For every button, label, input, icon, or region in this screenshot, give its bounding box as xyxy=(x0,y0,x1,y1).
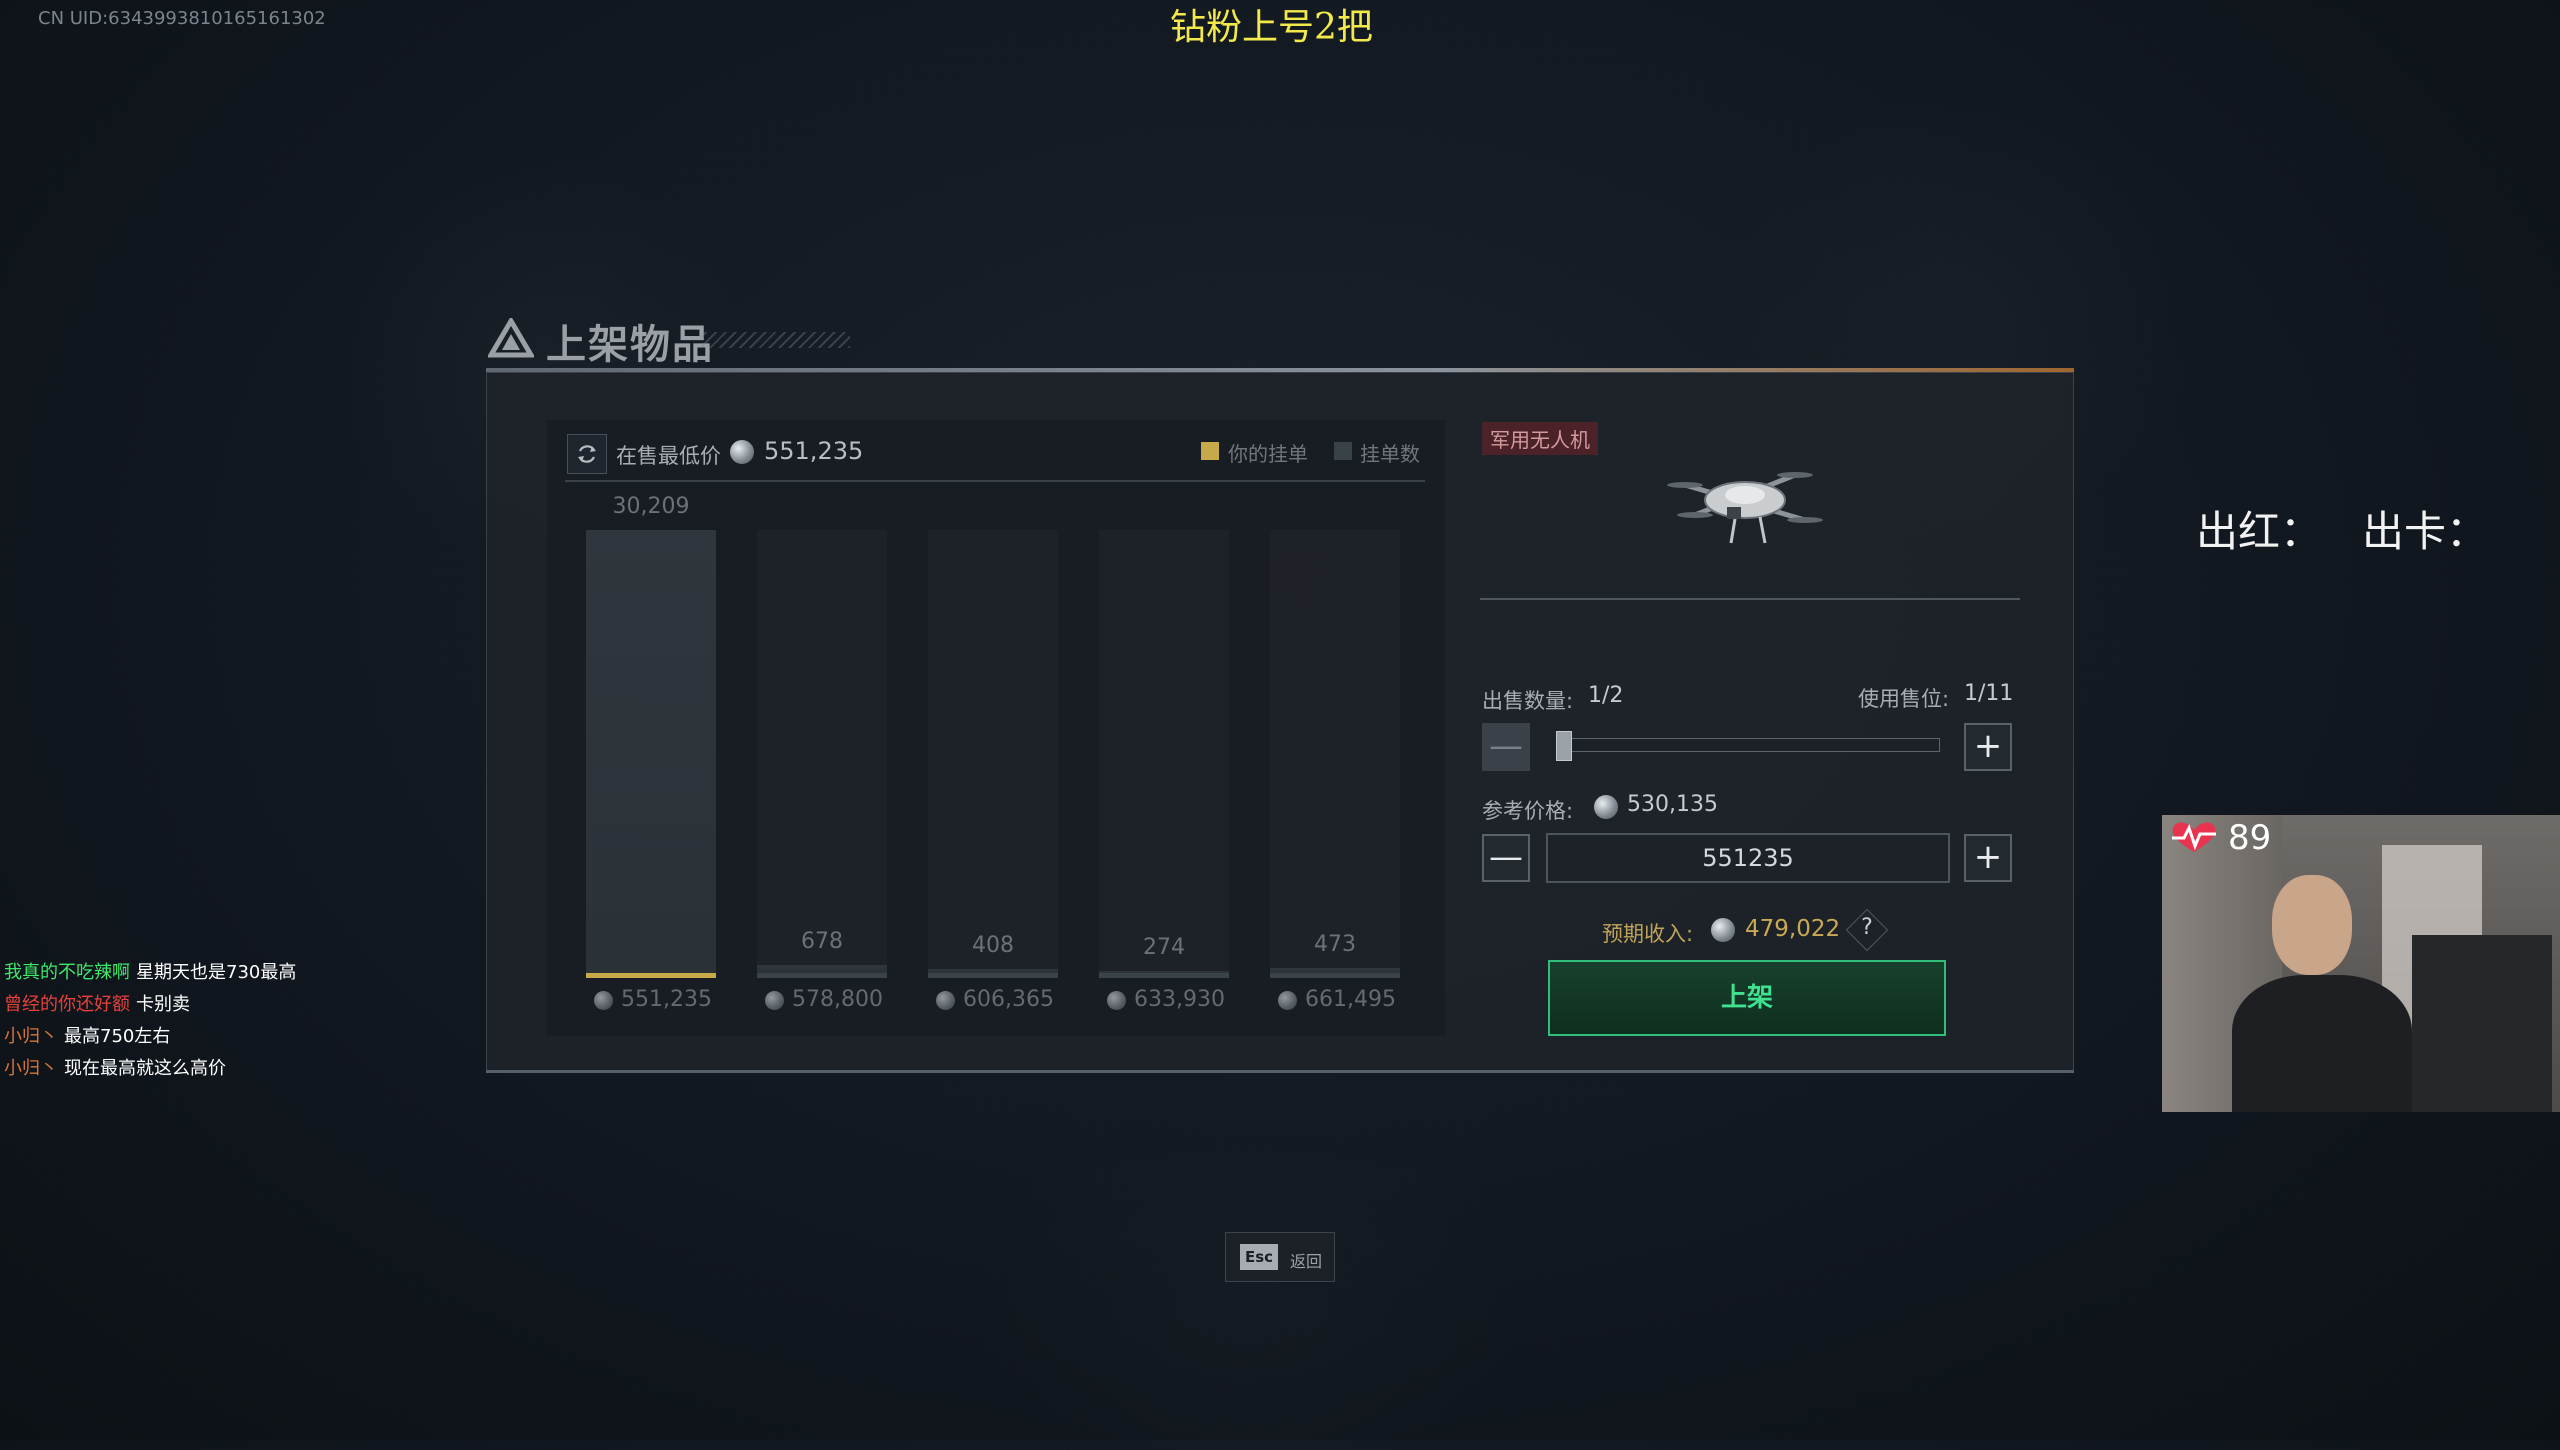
bar-column-bg xyxy=(757,530,887,975)
uid-watermark: CN UID:6343993810165161302 xyxy=(38,8,326,29)
bar-base xyxy=(928,973,1058,978)
bar-column-bg xyxy=(928,530,1058,975)
chat-text: 卡别卖 xyxy=(136,994,190,1015)
bar-price-label: 578,800 xyxy=(792,987,883,1012)
legend-count-label: 挂单数 xyxy=(1360,442,1420,466)
chat-message: 小归丶 最高750左右 xyxy=(4,1022,170,1048)
list-item-button[interactable]: 上架 xyxy=(1548,960,1946,1036)
bar-price-label: 551,235 xyxy=(621,987,712,1012)
price-input[interactable]: 551235 xyxy=(1546,833,1950,883)
quantity-slider[interactable] xyxy=(1558,738,1940,752)
bar[interactable] xyxy=(586,530,716,975)
chat-username: 小归丶 xyxy=(4,1026,58,1047)
expected-income-label: 预期收入: xyxy=(1602,922,1694,946)
quantity-value: 1/2 xyxy=(1588,683,1624,708)
expected-income-value: 479,022 xyxy=(1745,916,1841,942)
bar-price-label: 633,930 xyxy=(1134,987,1225,1012)
chart-header-divider xyxy=(565,480,1425,482)
item-preview-underline xyxy=(1480,598,2020,600)
bar-column-bg xyxy=(1099,530,1229,975)
quantity-label: 出售数量: xyxy=(1482,689,1574,713)
item-name-tag: 军用无人机 xyxy=(1482,422,1598,455)
coin-icon xyxy=(1711,918,1735,942)
bar-base xyxy=(1099,973,1229,978)
slots-label: 使用售位: xyxy=(1858,687,1950,711)
coin-icon xyxy=(765,991,784,1010)
bar-base xyxy=(1270,973,1400,978)
reference-price-label: 参考价格: xyxy=(1482,799,1574,823)
back-label: 返回 xyxy=(1290,1252,1323,1271)
coin-icon xyxy=(594,991,613,1010)
bar-base xyxy=(757,973,887,978)
bar-count-label: 408 xyxy=(972,933,1014,958)
coin-icon xyxy=(730,440,754,464)
lowest-price-label: 在售最低价 xyxy=(616,444,721,468)
price-increase-button[interactable]: + xyxy=(1964,834,2012,882)
dialog-bottom-border xyxy=(486,1070,2074,1073)
chat-text: 现在最高就这么高价 xyxy=(64,1058,226,1079)
title-hatch-decoration xyxy=(700,332,850,348)
reference-price-value: 530,135 xyxy=(1627,792,1718,817)
coin-icon xyxy=(1107,991,1126,1010)
chat-text: 最高750左右 xyxy=(64,1026,171,1047)
chat-text: 星期天也是730最高 xyxy=(136,962,297,983)
bar-base xyxy=(586,973,716,978)
bar-count-label: 678 xyxy=(801,929,843,954)
slots-value: 1/11 xyxy=(1964,681,2014,706)
bar-count-label: 30,209 xyxy=(612,494,690,519)
bar-price-label: 661,495 xyxy=(1305,987,1396,1012)
webcam-feed xyxy=(2162,815,2560,1112)
viewer-count: 89 xyxy=(2228,818,2272,858)
bar-count-label: 274 xyxy=(1143,935,1185,960)
chat-message: 小归丶 现在最高就这么高价 xyxy=(4,1054,226,1080)
price-decrease-button[interactable]: — xyxy=(1482,834,1530,882)
legend-mine-swatch xyxy=(1201,442,1219,460)
quantity-increase-button[interactable]: + xyxy=(1964,723,2012,771)
esc-key-icon: Esc xyxy=(1240,1244,1278,1270)
bar-count-label: 473 xyxy=(1314,932,1356,957)
chat-username: 小归丶 xyxy=(4,1058,58,1079)
refresh-icon xyxy=(578,445,596,463)
heartbeat-icon xyxy=(2172,822,2216,852)
legend-count-swatch xyxy=(1334,442,1352,460)
stat-red-label: 出红： xyxy=(2196,507,2323,556)
stat-card-label: 出卡： xyxy=(2362,507,2489,556)
coin-icon xyxy=(936,991,955,1010)
legend-mine-label: 你的挂单 xyxy=(1228,442,1308,466)
bar-price-label: 606,365 xyxy=(963,987,1054,1012)
bar-column-bg xyxy=(1270,530,1400,975)
dialog-logo-icon xyxy=(488,318,534,358)
coin-icon xyxy=(1594,795,1618,819)
help-question-mark: ? xyxy=(1861,915,1873,940)
quantity-slider-thumb[interactable] xyxy=(1556,731,1572,761)
chat-message: 曾经的你还好额 卡别卖 xyxy=(4,990,190,1016)
chat-username: 曾经的你还好额 xyxy=(4,994,130,1015)
coin-icon xyxy=(1278,991,1297,1010)
lowest-price-value: 551,235 xyxy=(764,437,864,465)
drone-icon xyxy=(1667,472,1823,544)
stream-title: 钻粉上号2把 xyxy=(1170,7,1373,48)
quantity-decrease-button[interactable]: — xyxy=(1482,723,1530,771)
refresh-button[interactable] xyxy=(567,434,607,474)
dialog-title: 上架物品 xyxy=(546,322,714,368)
chat-username: 我真的不吃辣啊 xyxy=(4,962,130,983)
chat-message: 我真的不吃辣啊 星期天也是730最高 xyxy=(4,958,296,984)
